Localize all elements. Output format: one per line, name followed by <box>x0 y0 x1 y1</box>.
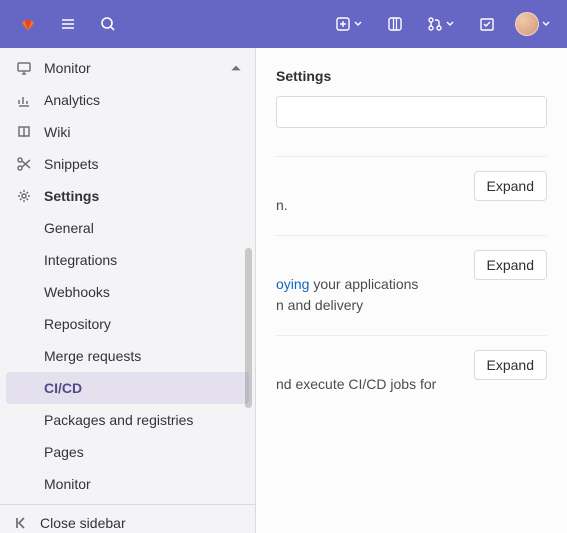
expand-button[interactable]: Expand <box>474 350 547 380</box>
scissors-icon <box>16 156 32 172</box>
chevron-down-icon <box>541 16 551 32</box>
expand-label: Expand <box>487 178 534 194</box>
sidebar-item-label: Settings <box>44 188 243 204</box>
sidebar: Monitor Analytics Wiki Snippets Settings… <box>0 48 256 533</box>
collapse-left-icon <box>14 515 30 531</box>
expand-button[interactable]: Expand <box>474 171 547 201</box>
settings-sub-merge-requests[interactable]: Merge requests <box>0 340 255 372</box>
plus-icon <box>335 16 351 32</box>
plus-dropdown-button[interactable] <box>327 8 371 40</box>
hamburger-icon[interactable] <box>52 8 84 40</box>
sidebar-item-label: Wiki <box>44 124 243 140</box>
settings-sub-webhooks[interactable]: Webhooks <box>0 276 255 308</box>
sidebar-item-monitor[interactable]: Monitor <box>0 52 255 84</box>
merge-requests-icon <box>427 16 443 32</box>
sidebar-item-settings[interactable]: Settings <box>0 180 255 212</box>
merge-requests-dropdown-button[interactable] <box>419 8 463 40</box>
monitor-icon <box>16 60 32 76</box>
sub-item-label: Webhooks <box>44 284 110 300</box>
section-auto-devops: Expand oying your applications n and del… <box>276 235 547 335</box>
deploying-link[interactable]: oying <box>276 276 309 292</box>
gear-icon <box>16 188 32 204</box>
sidebar-item-snippets[interactable]: Snippets <box>0 148 255 180</box>
user-menu-button[interactable] <box>511 8 555 40</box>
breadcrumb-tail: Settings <box>276 68 331 84</box>
analytics-icon <box>16 92 32 108</box>
sub-item-label: Monitor <box>44 476 91 492</box>
sub-item-label: Integrations <box>44 252 117 268</box>
section-description: oying your applications n and delivery <box>276 274 547 315</box>
issues-icon[interactable] <box>379 8 411 40</box>
book-icon <box>16 124 32 140</box>
expand-button[interactable]: Expand <box>474 250 547 280</box>
scrollbar-thumb[interactable] <box>245 248 252 408</box>
avatar <box>515 12 539 36</box>
settings-sub-repository[interactable]: Repository <box>0 308 255 340</box>
sub-item-label: General <box>44 220 94 236</box>
sidebar-item-label: Analytics <box>44 92 243 108</box>
sub-item-label: Repository <box>44 316 111 332</box>
sub-item-label: Pages <box>44 444 84 460</box>
topbar <box>0 0 567 48</box>
main-content: Settings Expand n. Expand oying your app… <box>256 0 567 533</box>
search-icon[interactable] <box>92 8 124 40</box>
expand-label: Expand <box>487 357 534 373</box>
sidebar-item-label: Snippets <box>44 156 243 172</box>
chevron-up-icon <box>229 61 243 75</box>
breadcrumb: Settings <box>276 60 547 96</box>
settings-search-input[interactable] <box>276 96 547 128</box>
section-runners: Expand nd execute CI/CD jobs for <box>276 335 547 414</box>
close-sidebar-label: Close sidebar <box>40 515 126 531</box>
sub-item-label: Packages and registries <box>44 412 193 428</box>
chevron-down-icon <box>445 16 455 32</box>
close-sidebar-button[interactable]: Close sidebar <box>0 504 255 533</box>
gitlab-logo[interactable] <box>12 8 44 40</box>
settings-sub-pages[interactable]: Pages <box>0 436 255 468</box>
chevron-down-icon <box>353 16 363 32</box>
sidebar-item-analytics[interactable]: Analytics <box>0 84 255 116</box>
sidebar-item-label: Monitor <box>44 60 217 76</box>
todos-icon[interactable] <box>471 8 503 40</box>
expand-label: Expand <box>487 257 534 273</box>
settings-sub-monitor[interactable]: Monitor <box>0 468 255 500</box>
settings-sub-general[interactable]: General <box>0 212 255 244</box>
sidebar-item-wiki[interactable]: Wiki <box>0 116 255 148</box>
settings-sub-packages[interactable]: Packages and registries <box>0 404 255 436</box>
section-general-pipelines: Expand n. <box>276 156 547 235</box>
sub-item-label: CI/CD <box>44 380 82 396</box>
settings-sub-integrations[interactable]: Integrations <box>0 244 255 276</box>
sub-item-label: Merge requests <box>44 348 141 364</box>
settings-sub-cicd[interactable]: CI/CD <box>6 372 249 404</box>
